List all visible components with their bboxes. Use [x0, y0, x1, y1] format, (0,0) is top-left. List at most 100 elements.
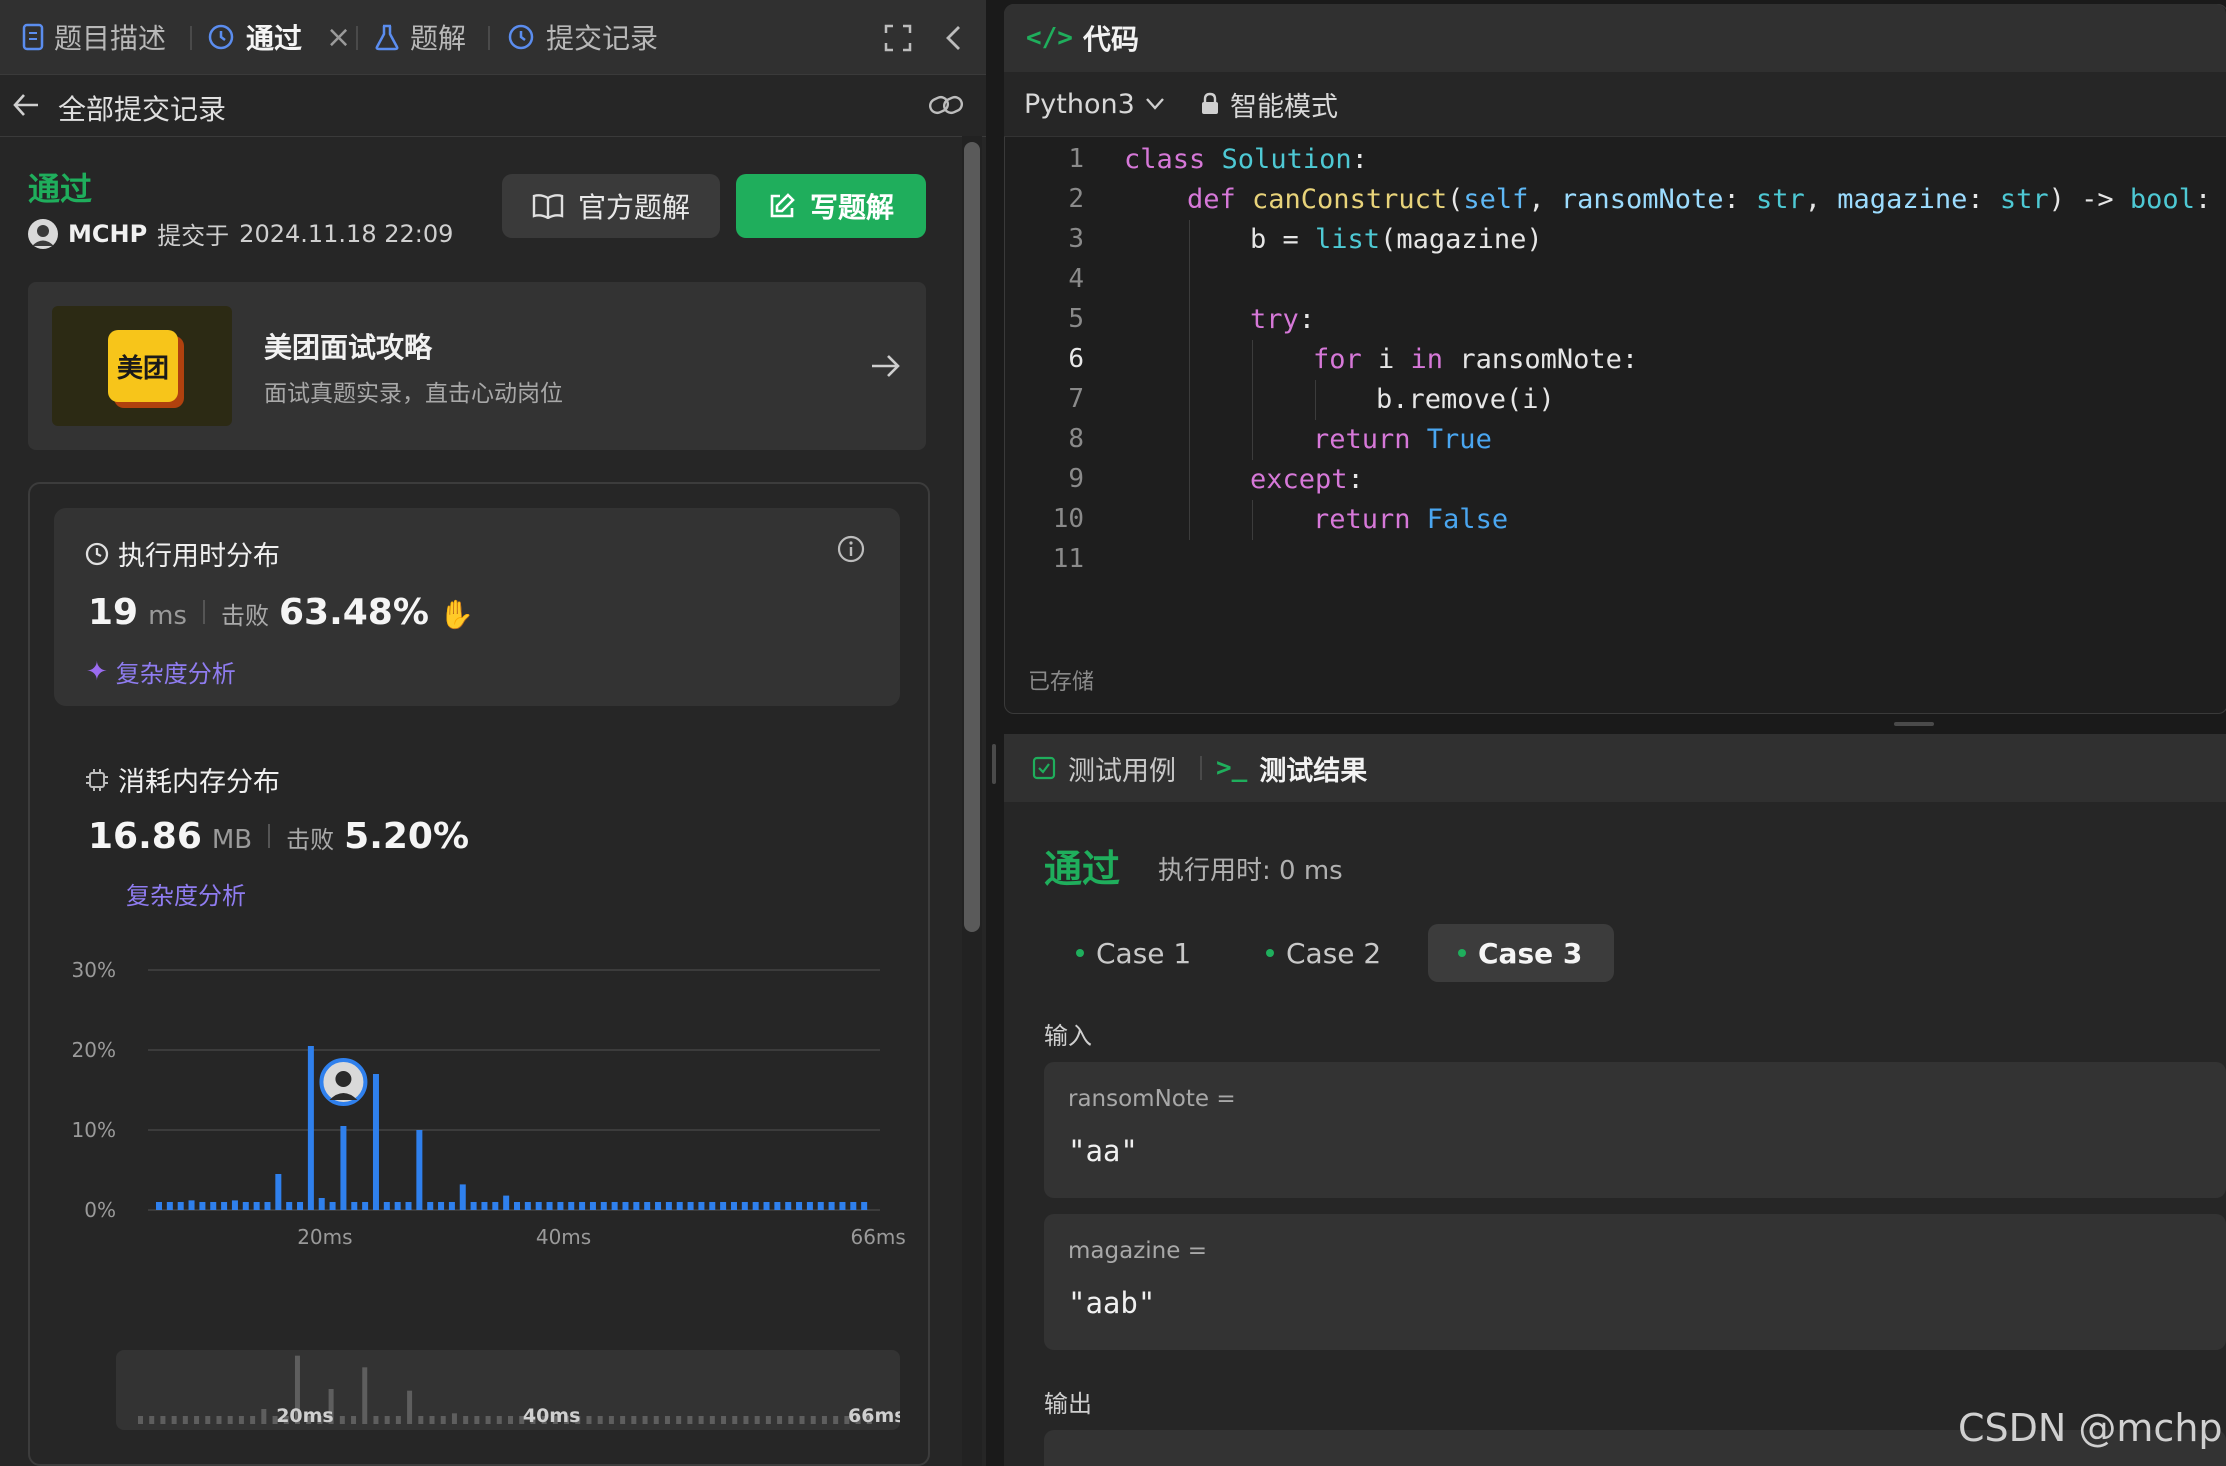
distribution-bar[interactable] — [579, 1202, 586, 1210]
tab-accepted[interactable]: 通过 × — [206, 0, 351, 74]
distribution-bar[interactable] — [839, 1202, 846, 1210]
my-submission-avatar[interactable] — [319, 1058, 368, 1106]
distribution-bar[interactable] — [796, 1202, 803, 1210]
distribution-bar[interactable] — [687, 1202, 694, 1210]
runtime-complexity-link[interactable]: ✦ 复杂度分析 — [86, 654, 236, 689]
back-link[interactable]: 全部提交记录 — [58, 88, 226, 128]
arrow-right-icon[interactable] — [870, 352, 902, 380]
distribution-bar[interactable] — [427, 1202, 434, 1210]
memory-complexity-link[interactable]: 复杂度分析 — [126, 876, 246, 911]
distribution-bar[interactable] — [470, 1202, 477, 1210]
distribution-bar[interactable] — [861, 1202, 868, 1210]
distribution-bar[interactable] — [253, 1202, 260, 1210]
tab-description[interactable]: 题目描述 — [22, 0, 166, 74]
language-select[interactable]: Python3 — [1024, 72, 1165, 136]
link-icon[interactable] — [928, 92, 964, 118]
distribution-bar[interactable] — [524, 1202, 531, 1210]
distribution-bar[interactable] — [275, 1174, 282, 1210]
distribution-bar[interactable] — [557, 1202, 564, 1210]
tab-test-result[interactable]: >_ 测试结果 — [1216, 734, 1367, 802]
distribution-bar[interactable] — [785, 1202, 792, 1210]
distribution-bar[interactable] — [535, 1202, 542, 1210]
distribution-bar[interactable] — [166, 1202, 173, 1210]
distribution-bar[interactable] — [448, 1202, 455, 1210]
distribution-bar[interactable] — [752, 1202, 759, 1210]
code-area[interactable]: 1 class Solution: 2 def canConstruct(self, … — [1004, 140, 2226, 640]
case-tab-1[interactable]: Case 1 — [1060, 924, 1207, 982]
smart-mode-toggle[interactable]: 智能模式 — [1200, 72, 1338, 136]
distribution-bar[interactable] — [514, 1202, 520, 1210]
distribution-bar[interactable] — [720, 1202, 727, 1210]
distribution-bar[interactable] — [199, 1202, 206, 1210]
distribution-bar[interactable] — [763, 1202, 770, 1210]
distribution-bar[interactable] — [481, 1202, 488, 1210]
distribution-bar[interactable] — [405, 1202, 412, 1210]
back-arrow-icon[interactable] — [12, 92, 40, 118]
memory-title-row[interactable]: 消耗内存分布 — [84, 760, 280, 799]
username[interactable]: MCHP — [68, 220, 147, 248]
tab-submissions[interactable]: 提交记录 — [506, 0, 658, 74]
official-solution-button[interactable]: 官方题解 — [502, 174, 720, 238]
distribution-bar[interactable] — [340, 1126, 347, 1210]
range-selector-chart[interactable]: 20ms 40ms 66ms — [116, 1350, 900, 1430]
write-solution-button[interactable]: 写题解 — [736, 174, 926, 238]
distribution-bar[interactable] — [741, 1202, 748, 1210]
distribution-bar[interactable] — [372, 1074, 379, 1210]
scrollbar-thumb[interactable] — [964, 142, 980, 932]
distribution-bar[interactable] — [362, 1202, 369, 1210]
distribution-bar[interactable] — [156, 1202, 162, 1210]
distribution-bar[interactable] — [286, 1202, 293, 1210]
distribution-bar[interactable] — [730, 1202, 737, 1210]
distribution-bar[interactable] — [828, 1202, 835, 1210]
vertical-resize-handle[interactable] — [1894, 722, 1934, 726]
distribution-bar[interactable] — [644, 1202, 651, 1210]
distribution-bar[interactable] — [394, 1202, 401, 1210]
distribution-bar[interactable] — [817, 1202, 824, 1210]
distribution-bar[interactable] — [329, 1202, 336, 1210]
distribution-bar[interactable] — [568, 1202, 575, 1210]
distribution-bar[interactable] — [492, 1202, 499, 1210]
distribution-bar[interactable] — [416, 1130, 423, 1210]
distribution-bar[interactable] — [351, 1202, 358, 1210]
tab-solutions[interactable]: 题解 — [374, 0, 466, 74]
info-icon[interactable] — [836, 534, 866, 564]
distribution-bar[interactable] — [318, 1198, 325, 1210]
distribution-bar[interactable] — [188, 1200, 195, 1210]
input-box-magazine[interactable]: magazine = "aab" — [1044, 1214, 2226, 1350]
distribution-bar[interactable] — [546, 1202, 553, 1210]
distribution-bar[interactable] — [589, 1202, 596, 1210]
distribution-bar[interactable] — [221, 1202, 228, 1210]
runtime-card[interactable]: 执行用时分布 19 ms 击败 63.48% ✋ ✦ 复杂度分析 — [54, 508, 900, 706]
distribution-bar[interactable] — [611, 1202, 618, 1210]
case-tab-3[interactable]: Case 3 — [1428, 924, 1615, 982]
code-tab[interactable]: </> 代码 — [1026, 4, 1139, 72]
distribution-bar[interactable] — [622, 1202, 629, 1210]
distribution-bar[interactable] — [438, 1202, 445, 1210]
distribution-bar[interactable] — [774, 1202, 781, 1210]
distribution-bar[interactable] — [850, 1202, 857, 1210]
tab-testcases[interactable]: 测试用例 — [1032, 734, 1176, 802]
runtime-distribution-chart[interactable]: 30% 20% 10% 0% 20ms 40ms 66ms — [40, 940, 920, 1270]
fullscreen-icon[interactable] — [884, 24, 912, 52]
distribution-bar[interactable] — [806, 1202, 813, 1210]
distribution-bar[interactable] — [231, 1200, 238, 1210]
distribution-bar[interactable] — [307, 1046, 314, 1210]
distribution-bar[interactable] — [709, 1202, 716, 1210]
input-box-ransomnote[interactable]: ransomNote = "aa" — [1044, 1062, 2226, 1198]
distribution-bar[interactable] — [600, 1202, 607, 1210]
distribution-bar[interactable] — [242, 1202, 249, 1210]
case-tab-2[interactable]: Case 2 — [1250, 924, 1397, 982]
distribution-bar[interactable] — [676, 1202, 683, 1210]
avatar[interactable] — [28, 218, 58, 249]
distribution-bar[interactable] — [297, 1202, 304, 1210]
distribution-bar[interactable] — [383, 1202, 390, 1210]
distribution-bar[interactable] — [503, 1195, 510, 1210]
distribution-bar[interactable] — [665, 1202, 672, 1210]
distribution-bar[interactable] — [177, 1202, 184, 1210]
distribution-bar[interactable] — [459, 1184, 466, 1210]
distribution-bar[interactable] — [210, 1202, 217, 1210]
collapse-left-icon[interactable] — [944, 24, 964, 52]
distribution-bar[interactable] — [633, 1202, 640, 1210]
close-icon[interactable]: × — [326, 20, 351, 55]
distribution-bar[interactable] — [655, 1202, 662, 1210]
